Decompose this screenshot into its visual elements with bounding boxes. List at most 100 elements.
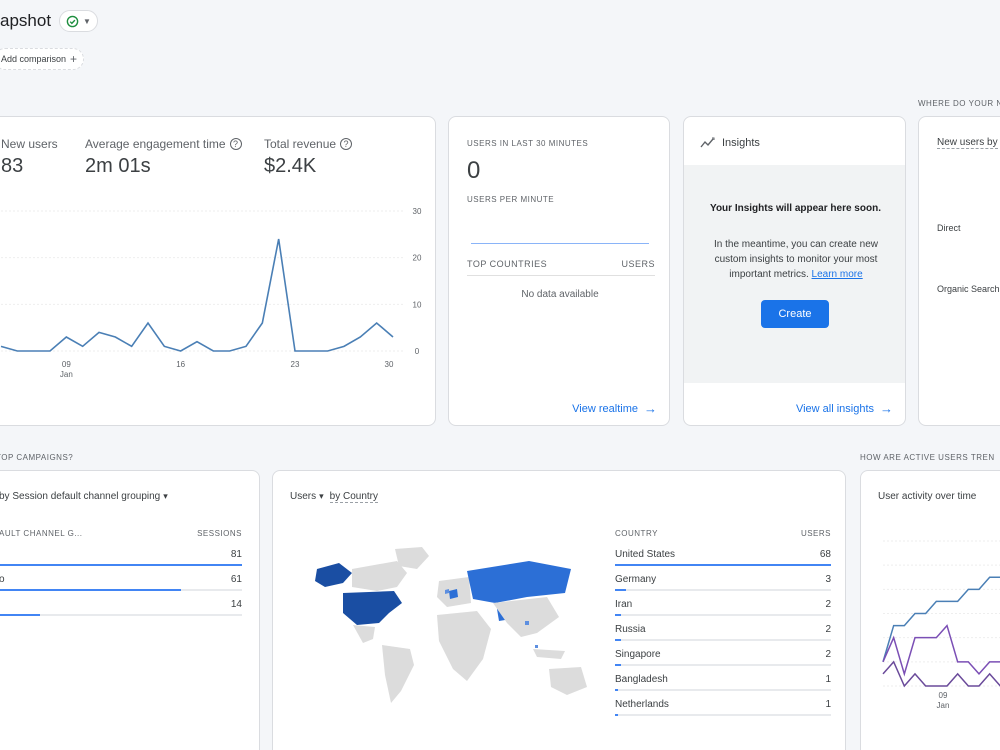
world-map [315, 547, 587, 703]
metric-label: Total revenue [264, 137, 337, 151]
metric-new-users[interactable]: New users 83 [1, 137, 58, 178]
col-channel: AULT CHANNEL G... [0, 529, 83, 538]
row-value: 81 [230, 549, 242, 560]
map-alaska [315, 563, 352, 587]
map-indonesia [533, 649, 565, 659]
col-users: USERS [621, 259, 655, 269]
view-realtime-label: View realtime [572, 402, 638, 415]
status-dropdown[interactable]: ▼ [59, 10, 98, 32]
overview-line-chart: 30 20 10 0 09Jan 16 23 30 [0, 207, 422, 379]
where-item-organic: Organic Search [937, 284, 1000, 294]
row-bar [615, 639, 622, 641]
map-asia [493, 597, 559, 637]
learn-more-link[interactable]: Learn more [812, 269, 863, 280]
where-selector[interactable]: New users by [937, 137, 998, 149]
country-rows: United States 68 Germany 3 Iran 2 Russia 2 Singa… [615, 549, 831, 724]
row-bar-track [615, 714, 831, 716]
row-bar-track [615, 589, 831, 591]
metric-engagement[interactable]: Average engagement time? 2m 01s [85, 137, 242, 178]
add-comparison-button[interactable]: Add comparison + [0, 48, 85, 70]
row-label: Singapore [615, 649, 661, 660]
campaigns-table-header: AULT CHANNEL G... SESSIONS [0, 529, 242, 538]
help-icon[interactable]: ? [229, 138, 242, 150]
map-singapore [535, 645, 538, 648]
row-text: Russia 2 [615, 624, 831, 635]
row-text: 14 [0, 599, 242, 610]
table-row[interactable]: Netherlands 1 [615, 699, 831, 724]
metric-label-row: Total revenue? [264, 137, 353, 151]
row-text: Iran 2 [615, 599, 831, 610]
activity-card: User activity over time 09 Jan [860, 470, 1000, 750]
row-bar-track [615, 639, 831, 641]
activity-section-label: HOW ARE ACTIVE USERS TREN [860, 453, 995, 462]
row-bar-track [0, 614, 242, 616]
table-row[interactable]: Iran 2 [615, 599, 831, 624]
insights-title: Insights [722, 137, 760, 149]
campaigns-rows: 81 o 61 14 [0, 549, 242, 624]
row-value: 1 [825, 674, 831, 685]
metric-revenue[interactable]: Total revenue? $2.4K [264, 137, 353, 178]
dimension-selector[interactable]: by Country [329, 491, 379, 503]
view-all-insights-link[interactable]: View all insights → [796, 401, 893, 416]
row-label: o [0, 574, 5, 585]
table-row[interactable]: 81 [0, 549, 242, 574]
x-tick-label: 16 [176, 360, 185, 369]
row-text: Bangladesh 1 [615, 674, 831, 685]
row-bar [0, 614, 41, 616]
table-row[interactable]: Bangladesh 1 [615, 674, 831, 699]
row-text: 81 [0, 549, 242, 560]
series-line [882, 660, 1000, 688]
x-tick-label: 30 [385, 360, 394, 369]
table-row[interactable]: Russia 2 [615, 624, 831, 649]
y-tick-label: 30 [413, 207, 422, 216]
row-bar-track [0, 564, 242, 566]
map-bangladesh [525, 621, 529, 625]
row-label: Bangladesh [615, 674, 668, 685]
create-button[interactable]: Create [761, 300, 829, 328]
insights-card: Insights Your Insights will appear here … [683, 116, 906, 426]
table-row[interactable]: 14 [0, 599, 242, 624]
chevron-down-icon: ▼ [83, 16, 91, 26]
plus-icon: + [70, 52, 78, 66]
arrow-right-icon: → [644, 401, 657, 416]
empty-state: No data available [521, 289, 599, 300]
col-country: COUNTRY [615, 529, 658, 538]
row-label: Russia [615, 624, 646, 635]
row-value: 3 [825, 574, 831, 585]
row-text: Germany 3 [615, 574, 831, 585]
row-bar [615, 689, 619, 691]
row-value: 68 [819, 549, 831, 560]
row-bar-track [615, 664, 831, 666]
row-text: United States 68 [615, 549, 831, 560]
row-text: o 61 [0, 574, 242, 585]
table-row[interactable]: Singapore 2 [615, 649, 831, 674]
insights-trend-icon [700, 137, 715, 148]
insights-headline: Your Insights will appear here soon. [710, 203, 881, 214]
metric-label: New users [1, 137, 58, 151]
arrow-right-icon: → [880, 401, 893, 416]
where-section-label: WHERE DO YOUR N [918, 99, 1000, 108]
metric-dropdown[interactable]: Users [290, 491, 324, 503]
row-bar [0, 564, 242, 566]
channel-grouping-dropdown[interactable]: by Session default channel grouping [0, 491, 168, 502]
row-value: 2 [825, 649, 831, 660]
view-realtime-link[interactable]: View realtime → [572, 401, 657, 416]
insights-body: In the meantime, you can create new cust… [706, 237, 886, 282]
activity-title: User activity over time [878, 491, 977, 502]
map-africa [437, 611, 491, 681]
page-title: apshot [0, 11, 52, 30]
metric-value: 83 [1, 155, 24, 177]
table-row[interactable]: United States 68 [615, 549, 831, 574]
x-tick-label: 09 [939, 691, 948, 700]
table-row[interactable]: o 61 [0, 574, 242, 599]
x-tick-label: 09 [62, 360, 71, 369]
top-countries-header: TOP COUNTRIES USERS [467, 259, 655, 276]
map-australia [549, 667, 587, 695]
help-icon[interactable]: ? [340, 138, 353, 150]
map-mexico [353, 625, 375, 643]
row-value: 1 [825, 699, 831, 710]
campaigns-card: by Session default channel grouping AULT… [0, 470, 260, 750]
table-row[interactable]: Germany 3 [615, 574, 831, 599]
col-sessions: SESSIONS [197, 529, 242, 538]
metric-value: $2.4K [264, 155, 317, 177]
